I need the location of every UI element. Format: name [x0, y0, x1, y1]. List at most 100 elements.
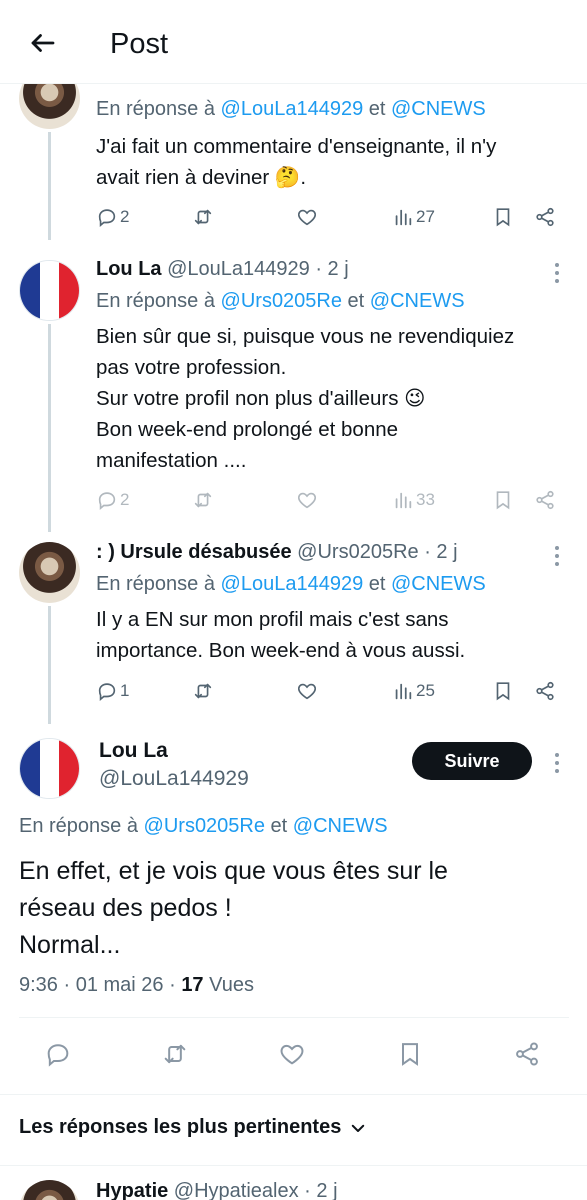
repost-button[interactable] — [192, 202, 214, 232]
reply-button[interactable]: 2 — [96, 485, 129, 515]
action-bar: 2 27 — [96, 202, 566, 232]
more-options-icon[interactable] — [555, 263, 561, 287]
bookmark-icon — [496, 682, 510, 701]
author-line: Lou La @LouLa144929 · 2 j — [96, 258, 349, 281]
repost-button[interactable] — [192, 676, 214, 706]
bookmark-button[interactable] — [396, 1040, 426, 1070]
more-options-icon[interactable] — [555, 546, 561, 570]
author-name[interactable]: : ) Ursule désabusée — [96, 541, 292, 563]
thread-line — [48, 606, 51, 724]
share-icon — [516, 1042, 538, 1066]
follow-button[interactable]: Suivre — [412, 742, 532, 780]
comment-count: 2 — [120, 490, 130, 509]
post-text: Bien sûr que si, puisque vous ne revendi… — [96, 321, 576, 476]
reply-joiner: et — [265, 815, 293, 837]
author-handle: @Urs0205Re · 2 j — [291, 541, 458, 563]
analytics-icon — [395, 492, 412, 509]
mention-link[interactable]: @CNEWS — [293, 815, 388, 837]
analytics-icon — [395, 683, 412, 700]
views-button[interactable]: 27 — [392, 202, 435, 232]
post-line: pas votre profession. — [96, 356, 287, 379]
post-text: Il y a EN sur mon profil mais c'est sans… — [96, 604, 576, 666]
page-title: Post — [110, 28, 169, 60]
mention-link[interactable]: @CNEWS — [370, 290, 465, 312]
mention-link[interactable]: @CNEWS — [391, 573, 486, 595]
views-button[interactable]: 25 — [392, 676, 435, 706]
reply-prefix: En réponse à — [96, 573, 221, 595]
share-button[interactable] — [534, 676, 556, 706]
view-count: 27 — [416, 207, 435, 226]
share-button[interactable] — [534, 202, 556, 232]
author-name[interactable]: Hypatie — [96, 1180, 168, 1200]
reply-prefix: En réponse à — [19, 815, 144, 837]
author-name[interactable]: Lou La — [96, 258, 162, 280]
more-options-icon[interactable] — [555, 753, 561, 777]
post-line: Normal... — [19, 931, 121, 959]
like-button[interactable] — [296, 485, 318, 515]
thread-line — [48, 324, 51, 532]
author-handle: @LouLa144929 · 2 j — [161, 258, 349, 280]
replies-sort-dropdown[interactable]: Les réponses les plus pertinentes — [19, 1116, 367, 1139]
author-line: : ) Ursule désabusée @Urs0205Re · 2 j — [96, 541, 458, 564]
reply-joiner: et — [363, 573, 391, 595]
views-button[interactable]: 33 — [392, 485, 435, 515]
portrait-image — [19, 1180, 80, 1200]
divider — [0, 1094, 587, 1095]
reply-context: En réponse à @LouLa144929 et @CNEWS — [96, 573, 486, 596]
post-line: importance. Bon week-end à vous aussi. — [96, 639, 466, 662]
top-bar: Post — [0, 0, 587, 84]
bookmark-button[interactable] — [492, 202, 514, 232]
comment-icon — [98, 209, 116, 228]
mention-link[interactable]: @CNEWS — [391, 98, 486, 120]
avatar[interactable] — [19, 1180, 80, 1200]
mention-link[interactable]: @Urs0205Re — [221, 290, 342, 312]
share-button[interactable] — [513, 1040, 543, 1070]
author-handle: @Hypatiealex · 2 j — [168, 1180, 338, 1200]
post-line: Bien sûr que si, puisque vous ne revendi… — [96, 325, 515, 348]
mention-link[interactable]: @LouLa144929 — [221, 573, 364, 595]
view-count: 17 — [181, 974, 204, 996]
repost-icon — [194, 683, 212, 699]
comment-icon — [98, 492, 116, 511]
like-button[interactable] — [278, 1040, 308, 1070]
share-button[interactable] — [534, 485, 556, 515]
comment-icon — [47, 1044, 69, 1067]
like-button[interactable] — [296, 676, 318, 706]
avatar[interactable] — [19, 738, 80, 799]
repost-icon — [164, 1044, 186, 1064]
heart-icon — [298, 209, 316, 226]
post-line: En effet, et je vois que vous êtes sur l… — [19, 857, 448, 885]
mention-link[interactable]: @Urs0205Re — [144, 815, 265, 837]
like-button[interactable] — [296, 202, 318, 232]
heart-icon — [298, 492, 316, 509]
reply-button[interactable]: 1 — [96, 676, 129, 706]
repost-button[interactable] — [161, 1040, 191, 1070]
repost-button[interactable] — [192, 485, 214, 515]
avatar[interactable] — [19, 260, 80, 321]
mention-link[interactable]: @LouLa144929 — [221, 98, 364, 120]
reply-button[interactable] — [44, 1040, 74, 1070]
author-handle[interactable]: @LouLa144929 — [99, 767, 249, 791]
reply-button[interactable]: 2 — [96, 202, 129, 232]
reply-prefix: En réponse à — [96, 290, 221, 312]
portrait-image — [19, 542, 80, 603]
repost-icon — [194, 209, 212, 225]
author-name[interactable]: Lou La — [99, 739, 168, 763]
post-line: Il y a EN sur mon profil mais c'est sans — [96, 608, 449, 631]
avatar[interactable] — [19, 542, 80, 603]
back-arrow-icon[interactable] — [28, 28, 58, 58]
share-icon — [536, 681, 554, 701]
bookmark-button[interactable] — [492, 676, 514, 706]
post-line: Bon week-end prolongé et bonne — [96, 418, 399, 441]
post-time: 9:36 · 01 mai 26 · — [19, 974, 182, 996]
french-flag-image — [20, 739, 79, 798]
views-label: Vues — [203, 974, 254, 996]
analytics-icon — [395, 209, 412, 226]
reply-joiner: et — [363, 98, 391, 120]
post-text: J'ai fait un commentaire d'enseignante, … — [96, 131, 576, 193]
post-line: manifestation .... — [96, 449, 247, 472]
thread-line — [48, 132, 51, 240]
post-timestamp: 9:36 · 01 mai 26 · 17 Vues — [19, 974, 254, 997]
divider — [19, 1017, 569, 1018]
bookmark-button[interactable] — [492, 485, 514, 515]
